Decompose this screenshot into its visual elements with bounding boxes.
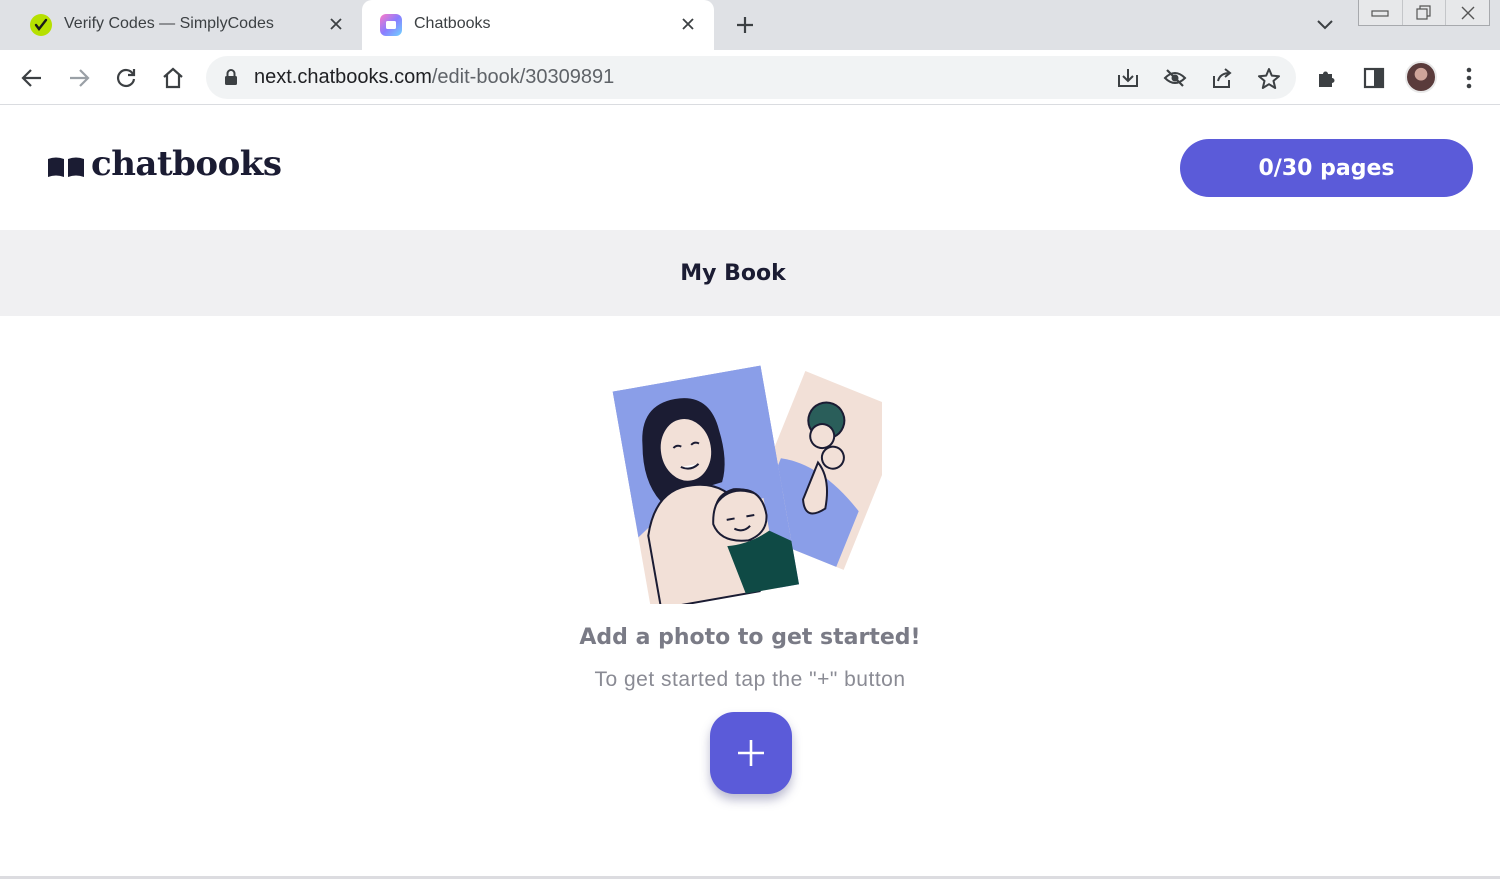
extensions-puzzle-icon[interactable] [1311, 62, 1343, 94]
install-app-icon[interactable] [1112, 62, 1144, 94]
add-photo-button[interactable] [710, 712, 792, 794]
tab-verify-codes[interactable]: Verify Codes — SimplyCodes [0, 0, 362, 50]
plus-icon [738, 740, 764, 766]
logo-text: chatbooks [91, 144, 282, 184]
page-count-button[interactable]: 0/30 pages [1180, 139, 1473, 197]
simplycodes-favicon-icon [30, 14, 52, 36]
chatbooks-logo[interactable]: chatbooks [47, 144, 282, 184]
open-book-logo-icon [48, 157, 84, 177]
bookmark-star-icon[interactable] [1253, 62, 1285, 94]
minimize-icon[interactable] [1359, 0, 1402, 25]
tab-chatbooks[interactable]: Chatbooks [362, 0, 714, 50]
url-path: /edit-book/30309891 [431, 66, 615, 88]
eye-off-icon[interactable] [1159, 62, 1191, 94]
tab-title: Verify Codes — SimplyCodes [64, 15, 274, 32]
lock-icon[interactable] [224, 69, 238, 90]
url-text[interactable]: next.chatbooks.com/edit-book/30309891 [254, 66, 614, 89]
window-controls [1358, 0, 1490, 26]
book-title-bar: My Book [0, 230, 1500, 316]
profile-avatar[interactable] [1405, 61, 1437, 93]
site-header: chatbooks 0/30 pages [0, 106, 1500, 230]
browser-tab-strip: Verify Codes — SimplyCodes Chatbooks [0, 0, 1500, 50]
back-arrow-icon[interactable] [16, 62, 48, 94]
empty-state-headline: Add a photo to get started! [579, 625, 921, 650]
browser-toolbar: next.chatbooks.com/edit-book/30309891 [0, 50, 1500, 105]
reload-icon[interactable] [110, 62, 142, 94]
share-icon[interactable] [1206, 62, 1238, 94]
close-icon[interactable] [676, 12, 700, 36]
home-icon[interactable] [157, 62, 189, 94]
tab-search-chevron-down-icon[interactable] [1310, 12, 1340, 38]
tab-title: Chatbooks [414, 15, 491, 32]
side-panel-icon[interactable] [1358, 62, 1390, 94]
forward-arrow-icon[interactable] [63, 62, 95, 94]
close-icon[interactable] [324, 12, 348, 36]
book-title[interactable]: My Book [680, 261, 786, 286]
address-bar[interactable]: next.chatbooks.com/edit-book/30309891 [206, 56, 1296, 99]
new-tab-plus-icon[interactable] [730, 10, 760, 40]
empty-state-subline: To get started tap the "+" button [594, 668, 906, 691]
url-host: next.chatbooks.com [254, 66, 432, 88]
book-editor-empty-state: Add a photo to get started! To get start… [0, 316, 1500, 876]
restore-icon[interactable] [1401, 0, 1446, 25]
window-close-icon[interactable] [1445, 0, 1489, 25]
chatbooks-favicon-icon [380, 14, 402, 36]
more-menu-icon[interactable] [1453, 62, 1485, 94]
family-photos-illustration [612, 365, 882, 604]
